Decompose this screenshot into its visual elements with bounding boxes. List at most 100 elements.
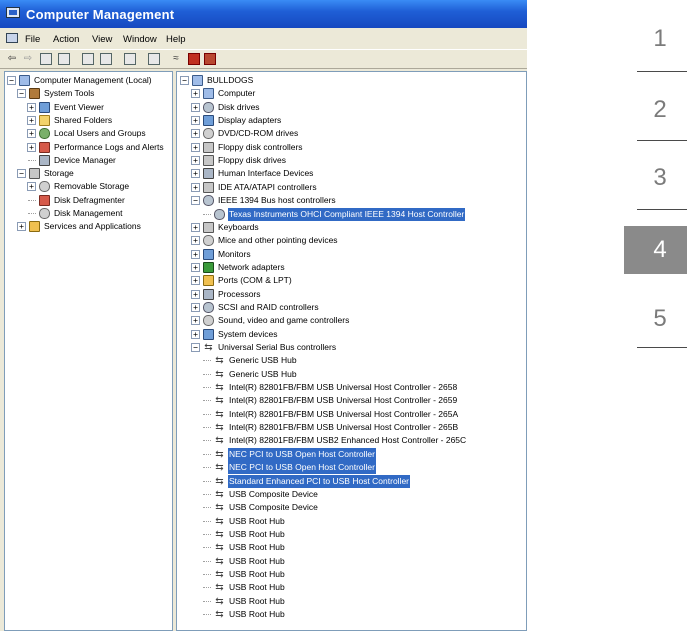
properties-icon[interactable] [82, 53, 94, 65]
console-tree-item[interactable]: Disk Management [5, 207, 172, 220]
console-tree-item[interactable]: Device Manager [5, 154, 172, 167]
console-tree-item[interactable]: + Services and Applications [5, 220, 172, 233]
expand-icon[interactable]: + [191, 142, 200, 152]
back-icon[interactable]: ⇦ [6, 53, 18, 65]
console-tree-item[interactable]: + Event Viewer [5, 101, 172, 114]
device-tree-item[interactable]: ⇆ Intel(R) 82801FB/FBM USB Universal Host… [177, 408, 526, 421]
show-hide-tree-icon[interactable] [58, 53, 70, 65]
help-icon[interactable] [124, 53, 136, 65]
device-tree-item[interactable]: ⇆ Intel(R) 82801FB/FBM USB2 Enhanced Host… [177, 434, 526, 447]
forward-icon[interactable]: ⇨ [22, 53, 34, 65]
expand-icon[interactable]: + [27, 142, 36, 152]
device-tree-item[interactable]: ⇆ NEC PCI to USB Open Host Controller [177, 447, 526, 461]
expand-icon[interactable]: + [191, 249, 200, 259]
device-tree-item[interactable]: + Human Interface Devices [177, 167, 526, 180]
expand-icon[interactable]: + [191, 116, 200, 126]
expand-icon[interactable]: + [191, 156, 200, 166]
expand-icon[interactable]: + [191, 182, 200, 192]
step-5[interactable]: 5 [624, 295, 687, 343]
expand-icon[interactable]: + [191, 129, 200, 139]
device-tree-item[interactable]: ⇆ Standard Enhanced PCI to USB Host Contr… [177, 474, 526, 488]
device-tree-item[interactable]: + Mice and other pointing devices [177, 234, 526, 247]
device-tree-item[interactable]: ⇆ Intel(R) 82801FB/FBM USB Universal Host… [177, 394, 526, 407]
device-tree-item[interactable]: − IEEE 1394 Bus host controllers [177, 194, 526, 207]
device-tree-item[interactable]: + Ports (COM & LPT) [177, 274, 526, 287]
device-tree-item[interactable]: − ⇆ Universal Serial Bus controllers [177, 341, 526, 354]
device-tree-item[interactable]: + Network adapters [177, 261, 526, 274]
menu-view[interactable]: View [92, 34, 112, 45]
device-tree-item[interactable]: ⇆ USB Composite Device [177, 501, 526, 514]
collapse-icon[interactable]: − [191, 343, 200, 352]
device-tree-item[interactable]: ⇆ Intel(R) 82801FB/FBM USB Universal Host… [177, 381, 526, 394]
expand-icon[interactable]: + [191, 289, 200, 299]
expand-icon[interactable]: + [191, 169, 200, 179]
expand-icon[interactable]: + [17, 222, 26, 232]
device-tree-item[interactable]: + Computer [177, 87, 526, 100]
expand-icon[interactable]: + [27, 102, 36, 112]
device-tree-item[interactable]: ⇆ USB Root Hub [177, 528, 526, 541]
device-tree-item[interactable]: ⇆ NEC PCI to USB Open Host Controller [177, 461, 526, 475]
expand-icon[interactable]: + [27, 129, 36, 139]
expand-icon[interactable]: + [191, 302, 200, 312]
device-tree-item[interactable]: ⇆ Intel(R) 82801FB/FBM USB Universal Host… [177, 421, 526, 434]
menu-window[interactable]: Window [123, 34, 157, 45]
device-tree-item[interactable]: + Floppy disk drives [177, 154, 526, 167]
update-driver-icon[interactable]: ≈ [170, 53, 182, 65]
console-tree-item[interactable]: Disk Defragmenter [5, 194, 172, 207]
device-tree-item[interactable]: ⇆ Generic USB Hub [177, 368, 526, 381]
device-tree-item[interactable]: + DVD/CD-ROM drives [177, 127, 526, 140]
device-tree-item[interactable]: + Processors [177, 288, 526, 301]
collapse-icon[interactable]: − [17, 89, 26, 99]
expand-icon[interactable]: + [27, 182, 36, 192]
device-tree-item[interactable]: + Floppy disk controllers [177, 141, 526, 154]
console-tree-item[interactable]: + Removable Storage [5, 180, 172, 193]
expand-icon[interactable]: + [191, 276, 200, 286]
expand-icon[interactable]: + [191, 236, 200, 246]
device-tree-item[interactable]: ⇆ Generic USB Hub [177, 354, 526, 367]
device-tree-item[interactable]: + SCSI and RAID controllers [177, 301, 526, 314]
device-tree-item[interactable]: + Disk drives [177, 101, 526, 114]
console-tree[interactable]: − Computer Management (Local) − System Tool… [4, 71, 173, 631]
expand-icon[interactable]: + [191, 89, 200, 99]
device-tree-item[interactable]: ⇆ USB Root Hub [177, 555, 526, 568]
step-3[interactable]: 3 [624, 154, 687, 202]
system-menu-icon[interactable] [6, 33, 18, 43]
collapse-icon[interactable]: − [180, 76, 189, 85]
device-tree-item[interactable]: − BULLDOGS [177, 74, 526, 87]
console-tree-item[interactable]: + Shared Folders [5, 114, 172, 127]
title-bar[interactable]: Computer Management [0, 0, 527, 28]
device-tree-item[interactable]: ⇆ USB Root Hub [177, 595, 526, 608]
console-tree-item[interactable]: − Computer Management (Local) [5, 74, 172, 87]
device-tree-item[interactable]: + Keyboards [177, 221, 526, 234]
step-1[interactable]: 1 [624, 15, 687, 63]
up-one-level-icon[interactable] [40, 53, 52, 65]
console-tree-item[interactable]: − System Tools [5, 87, 172, 100]
step-4[interactable]: 4 [624, 226, 687, 274]
scan-hardware-icon[interactable] [148, 53, 160, 65]
disable-device-icon[interactable] [204, 53, 216, 65]
console-tree-item[interactable]: + Local Users and Groups [5, 127, 172, 140]
device-tree-item[interactable]: ⇆ USB Composite Device [177, 488, 526, 501]
collapse-icon[interactable]: − [191, 196, 200, 206]
step-2[interactable]: 2 [624, 86, 687, 134]
collapse-icon[interactable]: − [7, 76, 16, 85]
console-tree-item[interactable]: − Storage [5, 167, 172, 180]
print-icon[interactable] [100, 53, 112, 65]
device-tree-item[interactable]: + Display adapters [177, 114, 526, 127]
device-tree-item[interactable]: + System devices [177, 328, 526, 341]
device-tree[interactable]: − BULLDOGS + Computer + Disk drives + Display a… [176, 71, 527, 631]
expand-icon[interactable]: + [191, 262, 200, 272]
expand-icon[interactable]: + [191, 329, 200, 339]
device-tree-item[interactable]: ⇆ USB Root Hub [177, 581, 526, 594]
uninstall-icon[interactable] [188, 53, 200, 65]
device-tree-item[interactable]: ⇆ USB Root Hub [177, 608, 526, 621]
expand-icon[interactable]: + [191, 102, 200, 112]
device-tree-item[interactable]: ⇆ USB Root Hub [177, 515, 526, 528]
device-tree-item[interactable]: + Sound, video and game controllers [177, 314, 526, 327]
device-tree-item[interactable]: + IDE ATA/ATAPI controllers [177, 181, 526, 194]
menu-action[interactable]: Action [53, 34, 79, 45]
console-tree-item[interactable]: + Performance Logs and Alerts [5, 141, 172, 154]
menu-file[interactable]: File [25, 34, 40, 45]
device-tree-item[interactable]: Texas Instruments OHCI Compliant IEEE 13… [177, 207, 526, 221]
expand-icon[interactable]: + [191, 316, 200, 326]
